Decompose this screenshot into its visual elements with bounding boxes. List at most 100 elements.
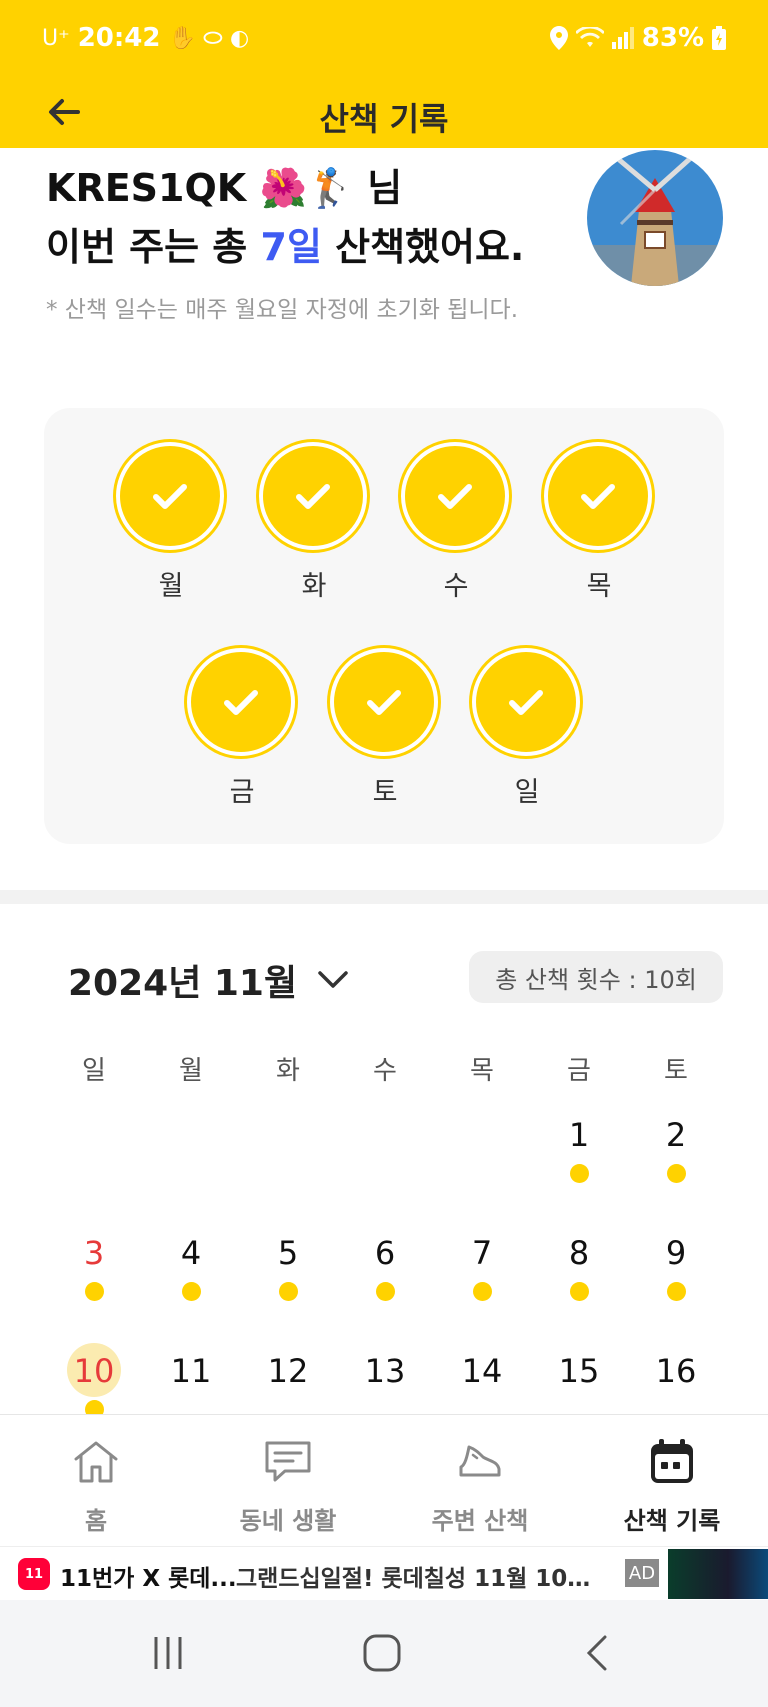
calendar-day-number: 7 bbox=[471, 1234, 493, 1272]
location-icon bbox=[549, 26, 568, 50]
walk-dot bbox=[667, 1164, 686, 1183]
user-greeting: KRES1QK 🌺🏌 님 bbox=[46, 166, 403, 210]
status-bar: U⁺ 20:42 ✋ ⬭ ◐ 83% bbox=[0, 0, 768, 76]
calendar-day[interactable]: 9 bbox=[636, 1234, 716, 1324]
week-day-2: 수 bbox=[401, 442, 511, 602]
wifi-icon bbox=[575, 27, 604, 47]
home-circle-icon bbox=[363, 1634, 401, 1672]
check-circle bbox=[472, 648, 580, 756]
clock: 20:42 bbox=[77, 23, 161, 53]
nav-home[interactable]: 홈 bbox=[0, 1415, 192, 1547]
walk-dot bbox=[85, 1282, 104, 1301]
calendar-day-number: 15 bbox=[558, 1352, 600, 1390]
calendar-day-number: 11 bbox=[170, 1352, 212, 1390]
weekday-header: 목 bbox=[470, 1056, 494, 1086]
week-day-label: 수 bbox=[443, 571, 469, 602]
chat-icon bbox=[265, 1441, 311, 1482]
calendar-day[interactable]: 2 bbox=[636, 1116, 716, 1206]
check-icon bbox=[367, 690, 401, 715]
calendar-icon bbox=[651, 1439, 693, 1483]
total-walks-badge: 총 산책 횟수 : 10회 bbox=[469, 951, 723, 1003]
app-header: 산책 기록 bbox=[0, 76, 768, 148]
walk-dot bbox=[570, 1164, 589, 1183]
nav-nearby-walk-label: 주변 산책 bbox=[431, 1507, 529, 1535]
check-circle bbox=[401, 442, 509, 550]
week-day-label: 일 bbox=[514, 777, 540, 808]
summary-days: 7일 bbox=[260, 225, 322, 269]
weekly-check-card: 월 화 수 목금 토 일 bbox=[44, 408, 724, 844]
nav-community[interactable]: 동네 생활 bbox=[192, 1415, 384, 1547]
summary-suffix: 산책했어요. bbox=[321, 225, 525, 269]
check-circle bbox=[187, 648, 295, 756]
calendar-day-number: 10 bbox=[73, 1352, 115, 1390]
week-day-label: 토 bbox=[372, 777, 398, 808]
page-title: 산책 기록 bbox=[319, 100, 449, 138]
weekday-header: 일 bbox=[82, 1056, 106, 1086]
calendar-day-number: 16 bbox=[655, 1352, 697, 1390]
shoe-icon bbox=[459, 1445, 501, 1477]
ad-brand: 11번가 X 롯데... bbox=[60, 1566, 237, 1592]
check-circle bbox=[116, 442, 224, 550]
week-day-6: 일 bbox=[472, 648, 582, 808]
calendar-day-number: 1 bbox=[568, 1116, 590, 1154]
month-selector[interactable]: 2024년 11월 bbox=[68, 954, 349, 1006]
section-divider bbox=[0, 890, 768, 904]
calendar-day[interactable]: 4 bbox=[151, 1234, 231, 1324]
calendar-day[interactable]: 1 bbox=[539, 1116, 619, 1206]
avatar[interactable] bbox=[587, 150, 723, 286]
week-day-label: 목 bbox=[586, 571, 612, 602]
battery-percent: 83% bbox=[641, 23, 704, 53]
walk-dot bbox=[376, 1282, 395, 1301]
summary-prefix: 이번 주는 총 bbox=[46, 225, 261, 269]
calendar-day-number: 2 bbox=[665, 1116, 687, 1154]
week-day-label: 화 bbox=[301, 571, 327, 602]
week-day-4: 금 bbox=[187, 648, 297, 808]
check-icon bbox=[438, 484, 472, 509]
ad-thumbnail bbox=[668, 1549, 768, 1599]
check-circle bbox=[259, 442, 367, 550]
calendar-day-number: 12 bbox=[267, 1352, 309, 1390]
chevron-left-icon bbox=[586, 1635, 607, 1671]
ad-tag: AD bbox=[625, 1559, 659, 1587]
check-icon bbox=[509, 690, 543, 715]
week-day-label: 월 bbox=[158, 571, 184, 602]
nav-walk-record-label: 산책 기록 bbox=[623, 1507, 721, 1535]
bottom-nav: 홈 동네 생활 주변 산책 산책 기록 bbox=[0, 1414, 768, 1546]
recent-apps-button[interactable] bbox=[138, 1628, 198, 1678]
weekday-header: 수 bbox=[373, 1056, 397, 1086]
calendar-day[interactable]: 8 bbox=[539, 1234, 619, 1324]
month-label: 2024년 11월 bbox=[68, 963, 298, 1004]
calendar-day-number: 3 bbox=[83, 1234, 105, 1272]
home-button[interactable] bbox=[352, 1628, 412, 1678]
weekday-header: 금 bbox=[567, 1056, 591, 1086]
walk-dot bbox=[667, 1282, 686, 1301]
walk-dot bbox=[279, 1282, 298, 1301]
screen: U⁺ 20:42 ✋ ⬭ ◐ 83% 산책 기록 KRES1QK 🌺🏌 님 이번… bbox=[0, 0, 768, 1707]
ad-text: 그랜드십일절! 롯데칠성 11월 10일 ... bbox=[236, 1566, 606, 1592]
calendar-day[interactable]: 3 bbox=[54, 1234, 134, 1324]
check-circle bbox=[330, 648, 438, 756]
back-system-button[interactable] bbox=[568, 1628, 628, 1678]
calendar-day[interactable]: 7 bbox=[442, 1234, 522, 1324]
calendar-day[interactable]: 5 bbox=[248, 1234, 328, 1324]
week-day-label: 금 bbox=[229, 777, 255, 808]
ad-banner[interactable]: 11 11번가 X 롯데... 그랜드십일절! 롯데칠성 11월 10일 ...… bbox=[0, 1546, 768, 1600]
calendar-day-number: 4 bbox=[180, 1234, 202, 1272]
calendar-day-number: 13 bbox=[364, 1352, 406, 1390]
home-icon bbox=[74, 1441, 118, 1483]
check-icon bbox=[224, 690, 258, 715]
nav-nearby-walk[interactable]: 주변 산책 bbox=[384, 1415, 576, 1547]
walk-dot bbox=[473, 1282, 492, 1301]
check-circle bbox=[544, 442, 652, 550]
ad-logo: 11 bbox=[18, 1558, 50, 1590]
week-day-0: 월 bbox=[116, 442, 226, 602]
calendar-day-number: 9 bbox=[665, 1234, 687, 1272]
calendar-day-number: 14 bbox=[461, 1352, 503, 1390]
week-day-3: 목 bbox=[544, 442, 654, 602]
calendar-day[interactable]: 6 bbox=[345, 1234, 425, 1324]
calendar-day-number: 5 bbox=[277, 1234, 299, 1272]
nav-walk-record[interactable]: 산책 기록 bbox=[576, 1415, 768, 1547]
recent-apps-icon bbox=[154, 1637, 182, 1669]
calendar-day-number: 8 bbox=[568, 1234, 590, 1272]
weekday-header: 월 bbox=[179, 1056, 203, 1086]
